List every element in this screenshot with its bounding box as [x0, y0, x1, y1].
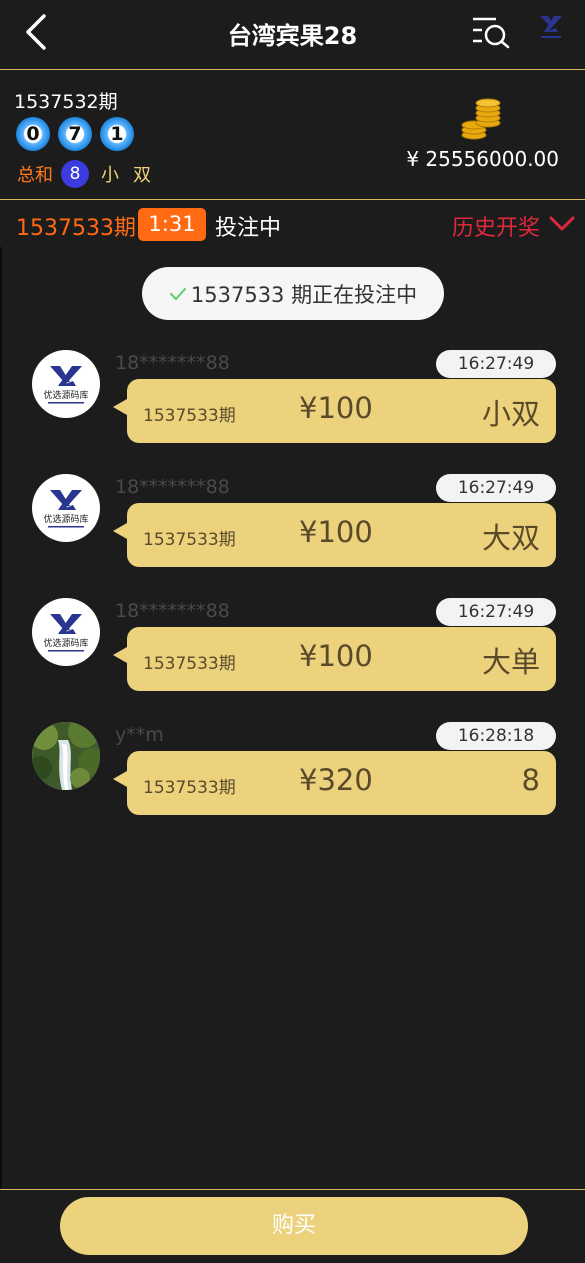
bet-message: y**m 16:28:18 1537533期 ¥320 8 [0, 722, 585, 822]
avatar [32, 722, 100, 790]
username: 18*******88 [115, 600, 230, 622]
check-icon [169, 287, 186, 300]
bet-status: 投注中 [215, 216, 282, 241]
waterfall-photo-icon [32, 722, 100, 790]
footer-bar: 购买 [0, 1189, 585, 1263]
bet-choice: 大单 [481, 645, 540, 679]
brand-logo-icon [536, 14, 566, 42]
bet-period: 1537533期 [143, 778, 236, 798]
avatar: 优选源码库 [32, 474, 100, 542]
message-time: 16:27:49 [436, 598, 556, 626]
current-period: 1537533期 [16, 216, 136, 241]
username: 18*******88 [115, 476, 230, 498]
bet-amount: ¥100 [299, 515, 373, 549]
betting-notice: 1537533 期正在投注中 [142, 267, 444, 320]
last-period: 1537532期 [14, 91, 118, 113]
size-result: 小 [101, 165, 119, 186]
parity-result: 双 [133, 165, 151, 186]
chevron-down-icon[interactable] [548, 215, 576, 233]
bet-period: 1537533期 [143, 530, 236, 550]
avatar: 优选源码库 [32, 350, 100, 418]
sum-ball: 8 [61, 160, 89, 188]
bet-message: 优选源码库 18*******88 16:27:49 1537533期 ¥100… [0, 350, 585, 450]
message-time: 16:28:18 [436, 722, 556, 750]
bet-choice: 小双 [481, 397, 540, 431]
sum-row: 总和 8 小 双 [17, 160, 151, 188]
bet-period: 1537533期 [143, 406, 236, 426]
buy-button[interactable]: 购买 [60, 1197, 528, 1255]
top-bar: 台湾宾果28 [0, 0, 585, 70]
last-result-panel: 1537532期 0 7 1 总和 8 小 双 ¥ 25556000.00 [0, 71, 585, 200]
balance-amount: ¥ 25556000.00 [406, 147, 559, 171]
avatar-logo-text: 优选源码库 [43, 389, 88, 401]
result-ball: 1 [100, 117, 134, 151]
coins-icon [460, 97, 504, 141]
history-link[interactable]: 历史开奖 [452, 210, 540, 242]
bet-amount: ¥100 [299, 639, 373, 673]
bet-bubble: 1537533期 ¥100 大单 [113, 627, 556, 691]
bet-amount: ¥100 [299, 391, 373, 425]
username: y**m [115, 724, 164, 746]
username: 18*******88 [115, 352, 230, 374]
countdown-badge: 1:31 [138, 208, 206, 241]
bet-bubble: 1537533期 ¥100 大双 [113, 503, 556, 567]
bet-choice: 大双 [481, 521, 540, 555]
sum-label: 总和 [17, 165, 53, 186]
menu-search-icon[interactable] [470, 14, 514, 50]
bet-choice: 8 [521, 763, 540, 797]
result-ball: 0 [16, 117, 50, 151]
message-time: 16:27:49 [436, 350, 556, 378]
notice-text: 1537533 期正在投注中 [190, 282, 418, 307]
message-time: 16:27:49 [436, 474, 556, 502]
bet-message: 优选源码库 18*******88 16:27:49 1537533期 ¥100… [0, 598, 585, 698]
current-bet-row: 1537533期 1:31 投注中 历史开奖 [0, 201, 585, 247]
avatar: 优选源码库 [32, 598, 100, 666]
bet-bubble: 1537533期 ¥100 小双 [113, 379, 556, 443]
bet-amount: ¥320 [299, 763, 373, 797]
avatar-logo-text: 优选源码库 [43, 637, 88, 649]
bet-message: 优选源码库 18*******88 16:27:49 1537533期 ¥100… [0, 474, 585, 574]
bet-period: 1537533期 [143, 654, 236, 674]
result-ball: 7 [58, 117, 92, 151]
result-balls: 0 7 1 [16, 117, 134, 151]
avatar-logo-text: 优选源码库 [43, 513, 88, 525]
bet-bubble: 1537533期 ¥320 8 [113, 751, 556, 815]
